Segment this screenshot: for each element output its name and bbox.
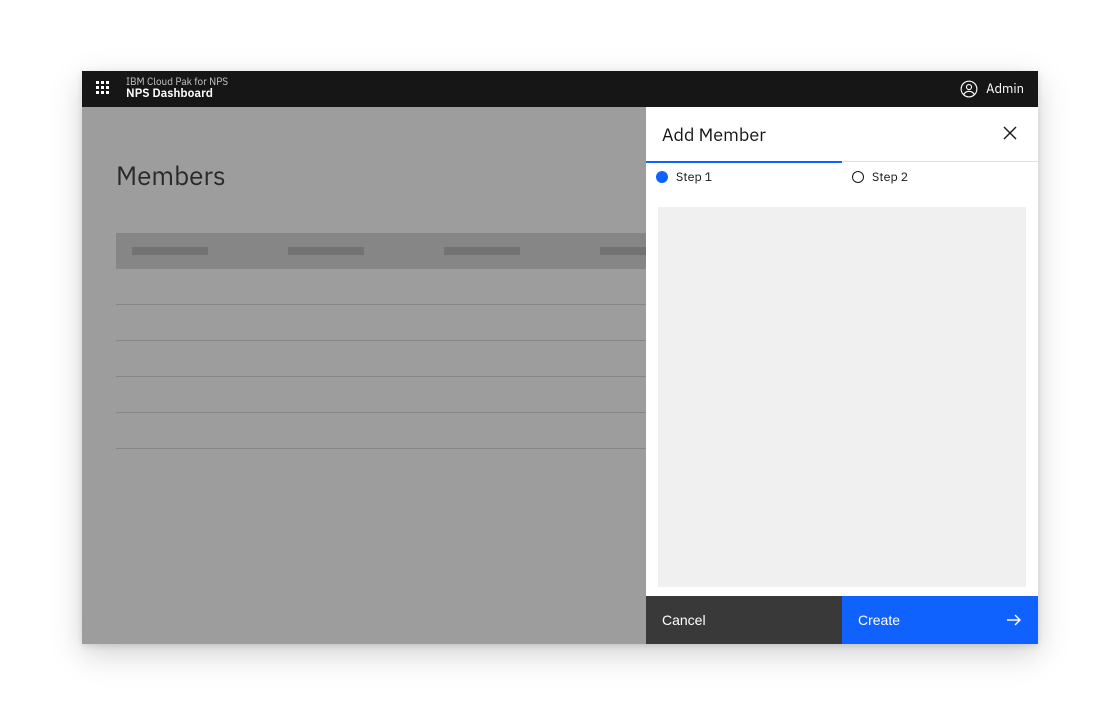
arrow-right-icon	[1006, 613, 1022, 627]
panel-footer: Cancel Create	[646, 596, 1038, 644]
cancel-button-label: Cancel	[662, 612, 706, 628]
app-title: NPS Dashboard	[126, 87, 228, 100]
panel-title: Add Member	[662, 123, 766, 146]
progress-step-1[interactable]: Step 1	[646, 161, 842, 195]
add-member-panel: Add Member Step 1 Step 2 Cancel	[646, 107, 1038, 644]
top-header: IBM Cloud Pak for NPS NPS Dashboard Admi…	[82, 71, 1038, 107]
brand-block: IBM Cloud Pak for NPS NPS Dashboard	[126, 76, 228, 100]
panel-content-placeholder	[658, 207, 1026, 587]
progress-step-2[interactable]: Step 2	[842, 161, 1038, 195]
user-label: Admin	[986, 80, 1024, 97]
create-button[interactable]: Create	[842, 596, 1038, 644]
step-label: Step 2	[872, 169, 908, 185]
cancel-button[interactable]: Cancel	[646, 596, 842, 644]
user-avatar-icon	[960, 80, 978, 98]
progress-indicator: Step 1 Step 2	[646, 161, 1038, 195]
step-label: Step 1	[676, 169, 712, 185]
close-icon	[1003, 126, 1017, 143]
app-window: IBM Cloud Pak for NPS NPS Dashboard Admi…	[82, 71, 1038, 644]
step-current-icon	[656, 171, 668, 183]
panel-header: Add Member	[646, 107, 1038, 161]
panel-body	[646, 195, 1038, 596]
step-incomplete-icon	[852, 171, 864, 183]
create-button-label: Create	[858, 612, 900, 628]
close-button[interactable]	[998, 123, 1022, 147]
app-launcher-icon[interactable]	[96, 81, 112, 97]
user-menu[interactable]: Admin	[960, 80, 1024, 98]
